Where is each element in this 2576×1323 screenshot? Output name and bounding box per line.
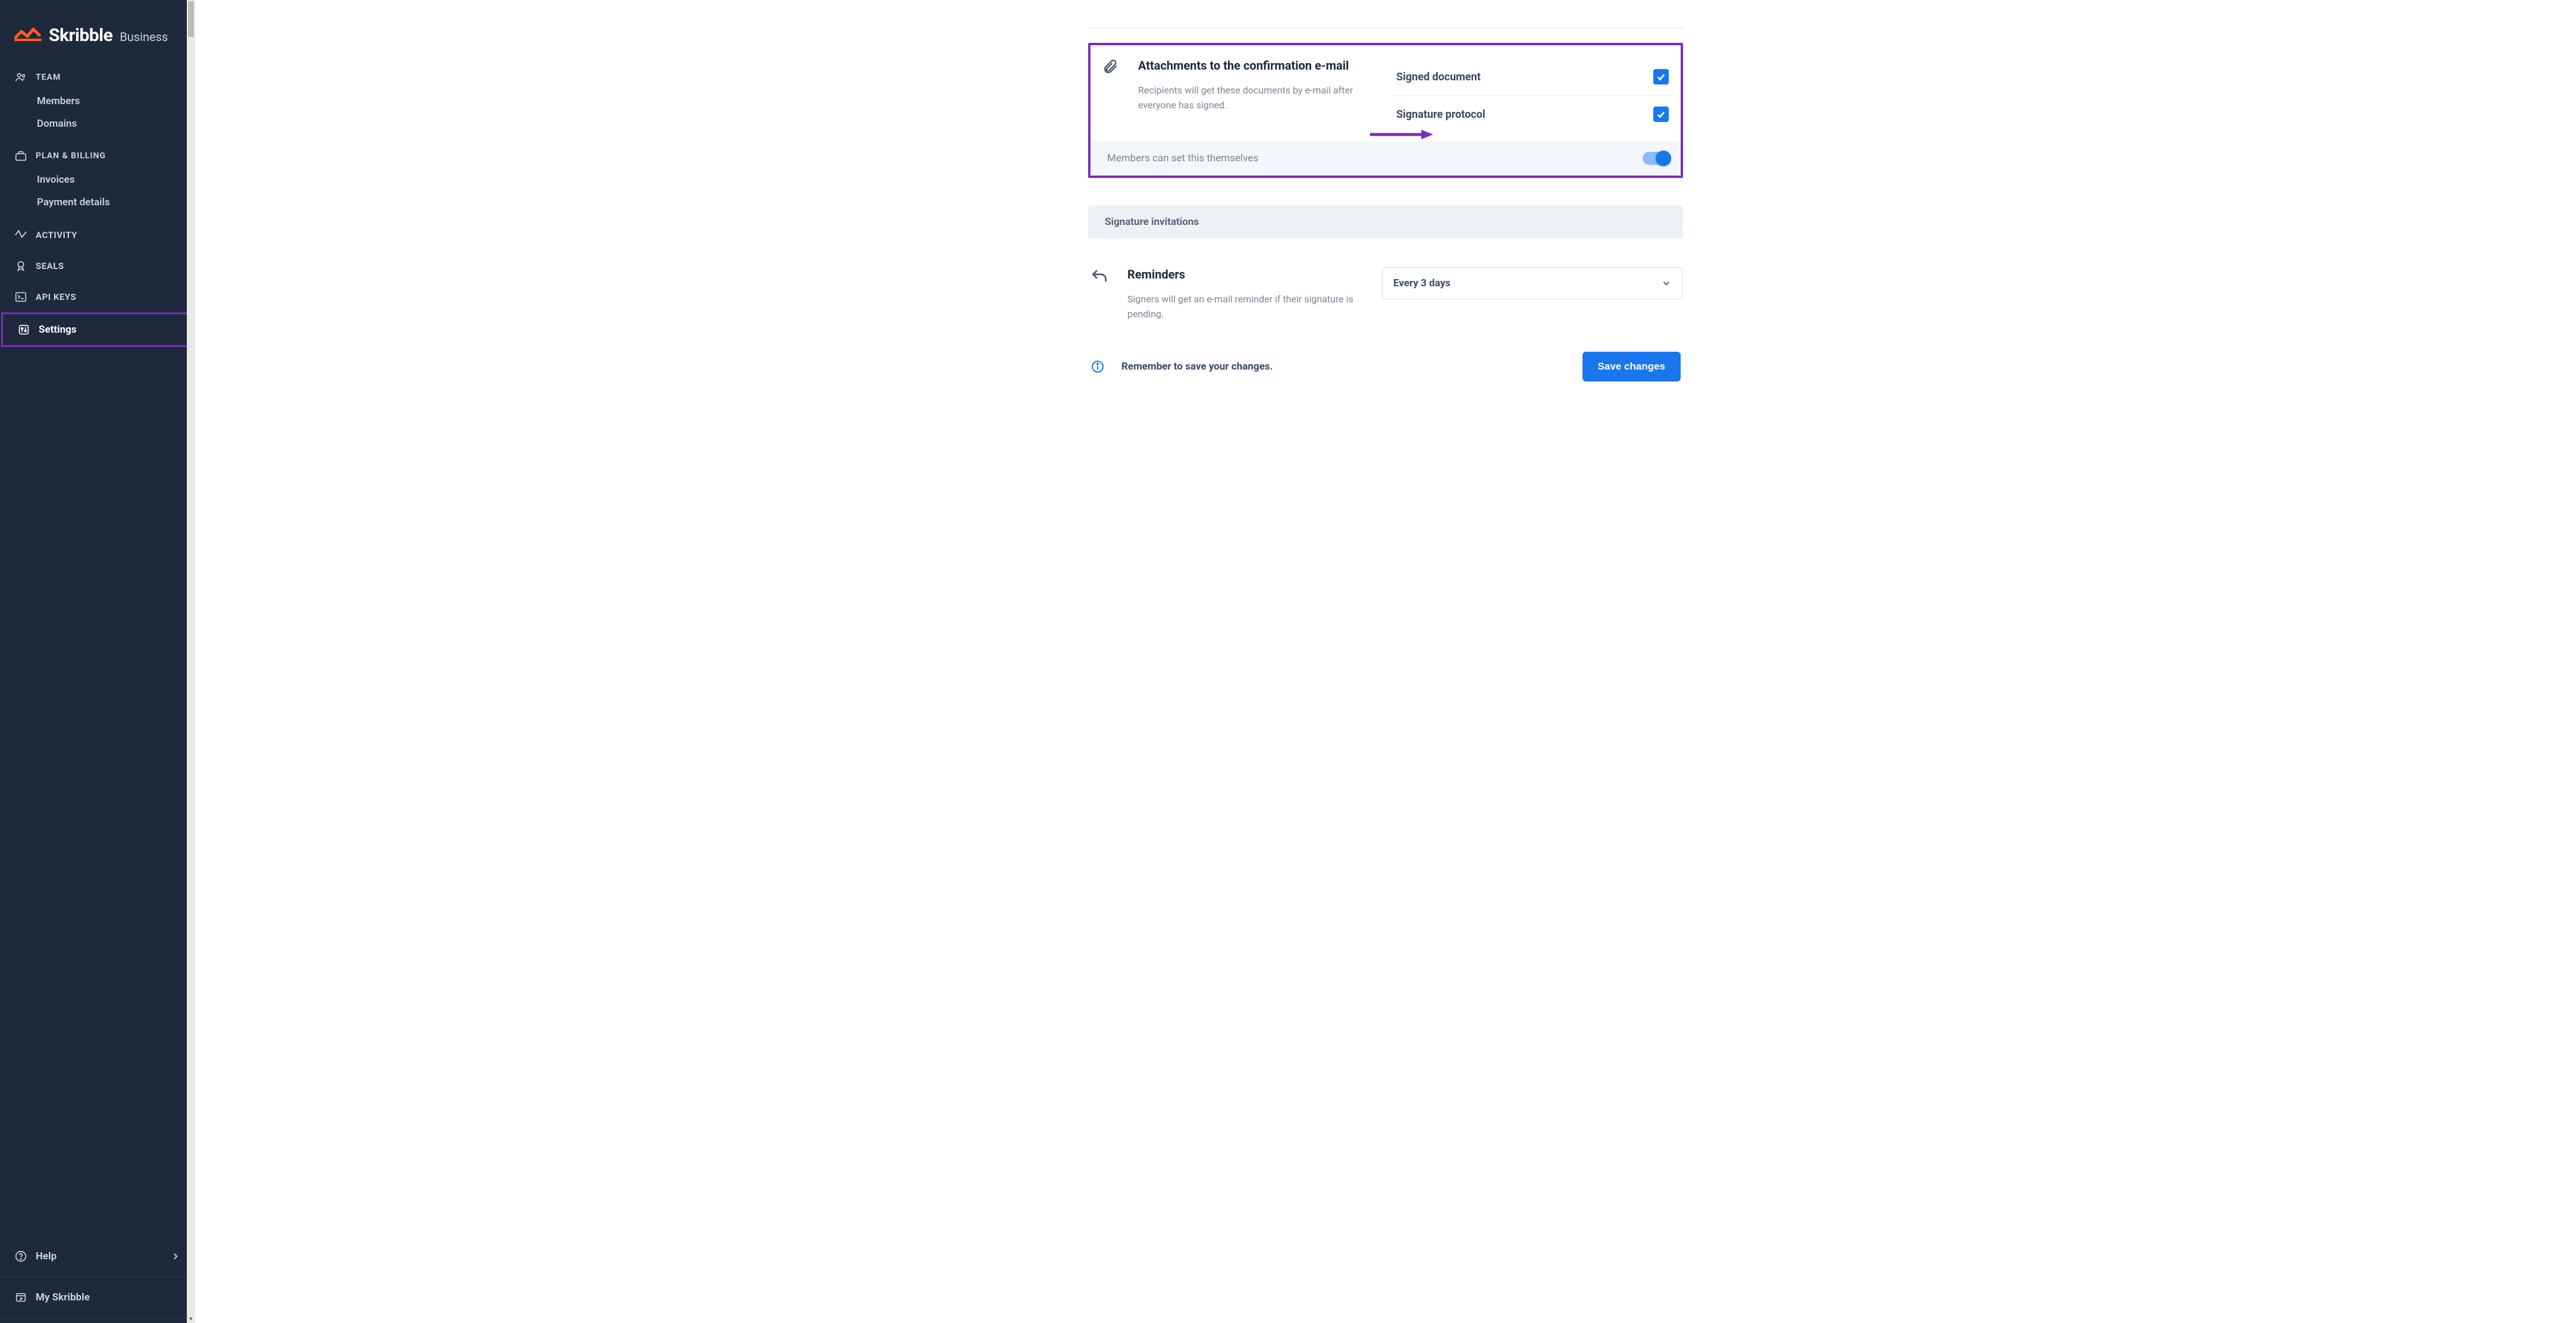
sidebar-item-domains[interactable]: Domains bbox=[0, 112, 195, 135]
chevron-down-icon bbox=[1661, 278, 1672, 289]
terminal-icon bbox=[14, 290, 27, 304]
external-link-icon bbox=[14, 1291, 27, 1304]
attachments-panel: Attachments to the confirmation e-mail R… bbox=[1088, 43, 1683, 178]
help-icon bbox=[14, 1250, 27, 1263]
reminders-desc: Signers will get an e-mail reminder if t… bbox=[1127, 292, 1365, 322]
check-label: Signed document bbox=[1396, 71, 1481, 83]
sidebar-item-activity[interactable]: ACTIVITY bbox=[0, 220, 195, 251]
reply-arrow-icon bbox=[1090, 267, 1109, 322]
sidebar-item-members[interactable]: Members bbox=[0, 90, 195, 112]
nav-heading-team[interactable]: TEAM bbox=[0, 62, 195, 90]
nav-item-label: ACTIVITY bbox=[36, 230, 77, 240]
nav-item-label: Settings bbox=[39, 324, 77, 336]
sidebar-item-invoices[interactable]: Invoices bbox=[0, 168, 195, 191]
activity-icon bbox=[14, 229, 27, 242]
member-toggle-row: Members can set this themselves bbox=[1090, 141, 1681, 176]
sidebar-item-payment-details[interactable]: Payment details bbox=[0, 191, 195, 214]
footer-bar: Remember to save your changes. Save chan… bbox=[1088, 346, 1683, 387]
reminders-block: Reminders Signers will get an e-mail rem… bbox=[1088, 267, 1683, 322]
section-header-signature-invitations: Signature invitations bbox=[1088, 205, 1683, 239]
member-toggle-label: Members can set this themselves bbox=[1107, 152, 1258, 164]
reminders-title: Reminders bbox=[1127, 267, 1365, 282]
check-row-signature-protocol: Signature protocol bbox=[1393, 96, 1672, 133]
brand-logo: Skribble Business bbox=[0, 0, 195, 62]
divider bbox=[1088, 27, 1683, 29]
footer-reminder-text: Remember to save your changes. bbox=[1121, 361, 1572, 373]
paperclip-icon bbox=[1102, 58, 1118, 133]
member-toggle[interactable] bbox=[1643, 152, 1670, 165]
sidebar-item-seals[interactable]: SEALS bbox=[0, 251, 195, 282]
nav-group-billing: PLAN & BILLING Invoices Payment details bbox=[0, 141, 195, 220]
toggle-knob bbox=[1656, 151, 1671, 166]
chevron-right-icon bbox=[170, 1251, 181, 1262]
attachments-title: Attachments to the confirmation e-mail bbox=[1138, 58, 1376, 73]
sidebar: Skribble Business TEAM Members Domains bbox=[0, 0, 195, 1323]
highlight-box-settings: Settings bbox=[1, 312, 194, 347]
brand-name: Skribble bbox=[49, 25, 112, 46]
save-changes-button[interactable]: Save changes bbox=[1582, 352, 1681, 381]
nav-heading-label: PLAN & BILLING bbox=[36, 151, 106, 161]
sidebar-scrollbar[interactable]: ▴ ▾ bbox=[187, 0, 195, 1323]
sliders-icon bbox=[17, 323, 30, 336]
nav-item-label: Help bbox=[36, 1250, 57, 1262]
sidebar-item-settings[interactable]: Settings bbox=[3, 314, 192, 345]
select-value: Every 3 days bbox=[1393, 277, 1450, 289]
sidebar-item-api-keys[interactable]: API KEYS bbox=[0, 282, 195, 312]
team-icon bbox=[14, 71, 27, 84]
check-label: Signature protocol bbox=[1396, 108, 1486, 121]
nav-item-label: SEALS bbox=[36, 261, 64, 271]
reminder-frequency-select[interactable]: Every 3 days bbox=[1382, 267, 1683, 299]
nav-item-label: My Skribble bbox=[36, 1291, 90, 1303]
brand-mark-icon bbox=[14, 27, 43, 41]
check-row-signed-document: Signed document bbox=[1393, 58, 1672, 96]
nav-item-label: API KEYS bbox=[36, 292, 76, 302]
seal-icon bbox=[14, 259, 27, 273]
briefcase-icon bbox=[14, 149, 27, 162]
checkbox-signed-document[interactable] bbox=[1653, 69, 1669, 85]
nav-heading-label: TEAM bbox=[36, 73, 61, 82]
scroll-down-arrow-icon[interactable]: ▾ bbox=[187, 1315, 195, 1323]
scrollbar-thumb[interactable] bbox=[188, 1, 194, 37]
brand-suffix: Business bbox=[120, 30, 168, 44]
nav-group-team: TEAM Members Domains bbox=[0, 62, 195, 141]
nav-heading-billing[interactable]: PLAN & BILLING bbox=[0, 141, 195, 168]
checkbox-signature-protocol[interactable] bbox=[1653, 107, 1669, 122]
attachments-desc: Recipients will get these documents by e… bbox=[1138, 83, 1376, 113]
sidebar-item-my-skribble[interactable]: My Skribble bbox=[0, 1282, 195, 1313]
main-content: Attachments to the confirmation e-mail R… bbox=[195, 0, 2576, 1323]
info-icon bbox=[1090, 359, 1105, 374]
sidebar-item-help[interactable]: Help bbox=[0, 1241, 195, 1272]
